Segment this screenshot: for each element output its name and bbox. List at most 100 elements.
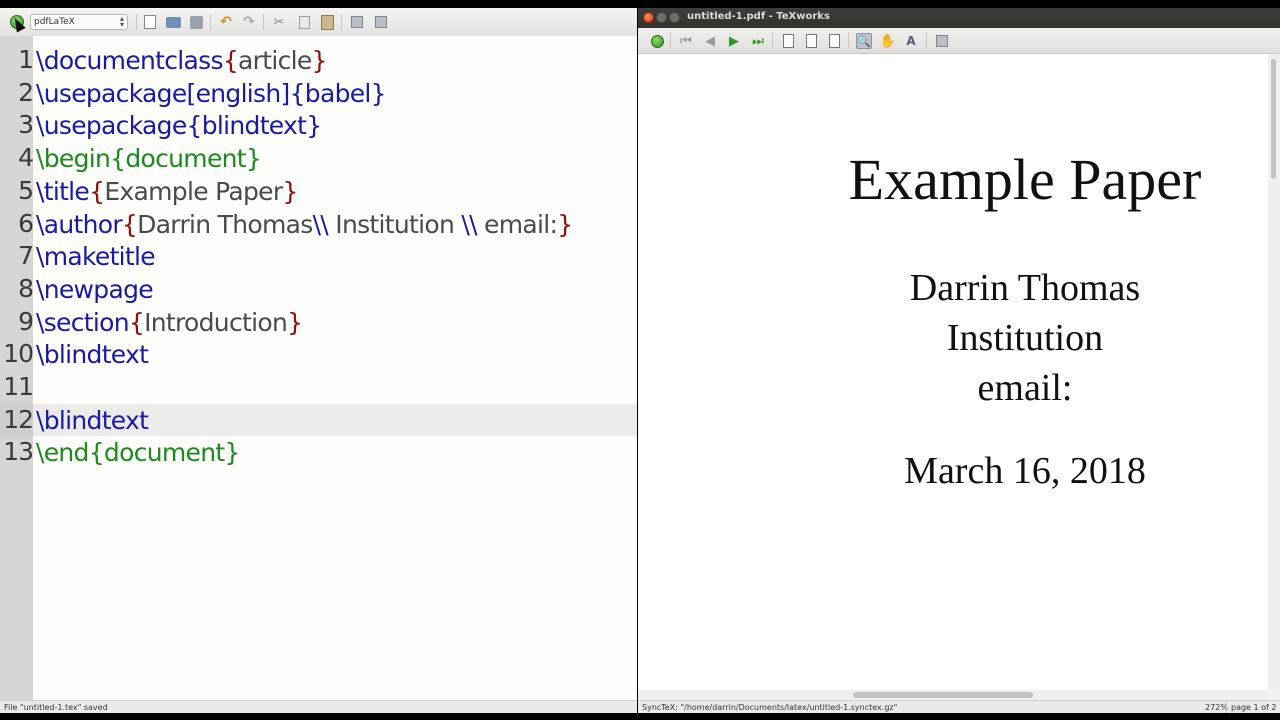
horizontal-scrollbar[interactable] xyxy=(638,690,1268,700)
line-number: 2 xyxy=(18,77,34,107)
scrollbar-thumb[interactable] xyxy=(853,692,1033,698)
line-number: 1 xyxy=(18,45,34,74)
editor-window: pdfLaTeX ▴ ▾ ↶ ↷ ✂ 1 2 3 4 5 6 7 8 9 10 11 12 13 \doc… xyxy=(0,8,637,713)
replace-icon xyxy=(375,16,387,28)
code-line[interactable]: \blindtext xyxy=(36,338,149,371)
line-number: 10 xyxy=(3,339,34,369)
typeset-engine-select[interactable]: pdfLaTeX ▴ ▾ xyxy=(30,14,128,30)
code-line[interactable]: \usepackage[english]{babel} xyxy=(36,77,387,110)
fit-width-button[interactable] xyxy=(803,33,819,49)
toolbar-separator xyxy=(772,32,773,48)
title-bar: untitled-1.pdf - TeXworks xyxy=(638,8,1280,28)
first-page-button[interactable]: ⏮ xyxy=(678,33,694,49)
code-editor[interactable]: \documentclass{article} \usepackage[engli… xyxy=(33,36,637,700)
actual-size-button[interactable] xyxy=(780,33,796,49)
save-button[interactable] xyxy=(187,13,205,31)
code-line[interactable]: \author{Darrin Thomas\\ Institution \\ e… xyxy=(36,208,573,241)
copy-button[interactable] xyxy=(295,13,313,31)
code-token: { xyxy=(128,307,145,337)
select-text-tool-button[interactable]: A xyxy=(903,33,919,49)
redo-icon: ↷ xyxy=(243,14,255,30)
find-icon xyxy=(936,35,948,47)
paste-button[interactable] xyxy=(318,13,336,31)
minimize-window-button[interactable] xyxy=(656,12,667,23)
first-page-icon: ⏮ xyxy=(680,33,692,49)
line-number: 5 xyxy=(18,175,34,205)
toolbar-separator xyxy=(136,14,137,30)
code-line[interactable]: \usepackage{blindtext} xyxy=(36,109,322,142)
code-line[interactable]: \end{document} xyxy=(36,436,240,469)
code-token: \title xyxy=(36,176,90,206)
preview-toolbar: ⏮ ◀ ▶ ⏭ 🔍 ✋ A xyxy=(638,28,1280,54)
code-token: \blindtext xyxy=(36,405,149,435)
code-token: Introduction xyxy=(144,307,288,337)
maximize-window-button[interactable] xyxy=(669,12,680,23)
code-line[interactable]: \maketitle xyxy=(36,240,156,273)
zoom-level: 272% xyxy=(1205,703,1228,712)
cut-button[interactable]: ✂ xyxy=(270,13,288,31)
code-line[interactable]: \documentclass{article} xyxy=(36,44,328,77)
typeset-button[interactable] xyxy=(649,33,665,49)
find-button[interactable] xyxy=(934,33,950,49)
line-number: 4 xyxy=(18,143,34,173)
preview-status-bar: SyncTeX: "/home/darrin/Documents/latex/u… xyxy=(638,700,1280,713)
scrollbar-thumb[interactable] xyxy=(1271,59,1276,179)
code-token: } xyxy=(282,176,298,206)
code-token: \section xyxy=(36,307,130,337)
code-token: } xyxy=(311,46,328,75)
pdf-title: Example Paper xyxy=(848,147,1202,212)
pdf-page-view[interactable]: Example Paper Darrin Thomas Institution … xyxy=(638,54,1268,690)
code-token: \end{document} xyxy=(36,438,240,468)
code-line[interactable]: \title{Example Paper} xyxy=(36,175,298,208)
synctex-message: SyncTeX: "/home/darrin/Documents/latex/u… xyxy=(642,703,898,712)
line-number: 9 xyxy=(18,306,34,336)
scissors-icon: ✂ xyxy=(273,14,285,30)
close-window-button[interactable] xyxy=(643,12,654,23)
fit-window-icon xyxy=(828,34,840,48)
copy-icon xyxy=(298,15,310,29)
code-token: \usepackage[english]{babel} xyxy=(36,78,387,108)
code-token: { xyxy=(89,176,105,206)
find-icon xyxy=(351,16,363,28)
editor-status-bar: File "untitled-1.tex" saved xyxy=(0,700,637,713)
code-token: \\ xyxy=(461,209,477,239)
last-page-icon: ⏭ xyxy=(752,33,764,49)
line-number: 8 xyxy=(18,273,34,303)
scroll-tool-button[interactable]: ✋ xyxy=(880,33,896,49)
code-line[interactable]: \newpage xyxy=(36,273,154,306)
folder-icon xyxy=(165,16,181,28)
code-token: Institution xyxy=(328,209,462,239)
code-token: \blindtext xyxy=(36,340,149,370)
undo-button[interactable]: ↶ xyxy=(217,13,235,31)
replace-button[interactable] xyxy=(372,13,390,31)
find-button[interactable] xyxy=(348,13,366,31)
code-token: Darrin Thomas xyxy=(137,209,313,239)
magnifier-icon: 🔍 xyxy=(857,34,871,48)
vertical-scrollbar[interactable] xyxy=(1268,54,1280,690)
page-indicator: page 1 of 2 xyxy=(1226,701,1277,713)
last-page-button[interactable]: ⏭ xyxy=(750,33,766,49)
toolbar-separator xyxy=(848,32,849,48)
line-number-gutter: 1 2 3 4 5 6 7 8 9 10 11 12 13 xyxy=(0,36,34,700)
new-document-button[interactable] xyxy=(141,13,159,31)
code-token: \author xyxy=(36,209,123,239)
previous-page-button[interactable]: ◀ xyxy=(702,33,718,49)
next-page-button[interactable]: ▶ xyxy=(726,33,742,49)
editor-toolbar: pdfLaTeX ▴ ▾ ↶ ↷ ✂ xyxy=(0,8,637,37)
line-number: 12 xyxy=(3,404,34,434)
code-line[interactable]: \section{Introduction} xyxy=(36,306,303,339)
code-line[interactable]: \begin{document} xyxy=(36,142,262,175)
code-token: { xyxy=(222,46,239,75)
fit-width-icon xyxy=(805,34,817,48)
code-token: \maketitle xyxy=(36,242,156,272)
toolbar-separator xyxy=(210,14,211,30)
code-line[interactable]: \blindtext xyxy=(36,404,149,437)
magnify-tool-button[interactable]: 🔍 xyxy=(856,33,872,49)
open-button[interactable] xyxy=(164,13,182,31)
fit-window-button[interactable] xyxy=(826,33,842,49)
toolbar-separator xyxy=(263,14,264,30)
pdf-date: March 16, 2018 xyxy=(904,450,1146,492)
redo-button[interactable]: ↷ xyxy=(240,13,258,31)
code-token: \documentclass xyxy=(36,46,224,75)
engine-label: pdfLaTeX xyxy=(34,17,75,27)
